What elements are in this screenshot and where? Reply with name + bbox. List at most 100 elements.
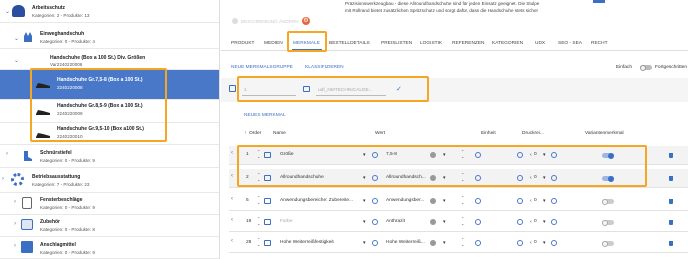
chevron-left-icon[interactable]: ‹ — [231, 196, 233, 202]
row-value[interactable]: Hohe Weiterreiß... — [386, 240, 425, 245]
row-order[interactable]: 28 — [246, 240, 251, 245]
tab-produkt[interactable]: PRODUKT — [231, 41, 254, 46]
tab-referenzen[interactable]: REFERENZEN — [452, 41, 485, 46]
group-name-input[interactable]: udf_NMTECHNICALDE... — [318, 88, 373, 93]
dropdown-icon[interactable]: ▾ — [443, 219, 446, 225]
chevron-right-icon[interactable]: › — [2, 176, 4, 182]
column-value[interactable]: Wert — [375, 131, 385, 136]
tree-item-arbeitsschutz[interactable]: ⌄ Arbeitsschutz Kategorien: 2 - Produkte… — [0, 0, 219, 23]
dropdown-icon[interactable]: ▾ — [543, 219, 546, 225]
row-name[interactable]: Hohe Weiterreißfestigkeit — [280, 240, 334, 245]
variant-toggle[interactable] — [602, 219, 614, 226]
clear-icon[interactable] — [430, 198, 436, 204]
row-name[interactable]: Anwendungsbereiche: Zubereite... — [280, 198, 353, 203]
tab-logistik[interactable]: LOGISTIK — [420, 41, 442, 46]
chevron-right-icon[interactable]: › — [14, 199, 16, 205]
column-variant[interactable]: Variantenmerkmal — [585, 131, 624, 136]
globe-icon[interactable] — [551, 240, 557, 246]
dropdown-icon[interactable]: ▾ — [543, 198, 546, 204]
new-group-link[interactable]: NEUE MERKMALSGRUPPE — [231, 65, 293, 70]
clear-icon[interactable] — [430, 240, 436, 246]
chevron-left-icon[interactable]: ‹ — [231, 173, 233, 179]
row-value[interactable]: Anthrazit — [386, 219, 405, 224]
globe-icon[interactable] — [517, 198, 523, 204]
delete-icon[interactable] — [669, 220, 673, 225]
dropdown-icon[interactable]: ▾ — [363, 240, 366, 246]
globe-icon[interactable] — [551, 198, 557, 204]
tree-item-anschlagmittel[interactable]: › Anschlagmittel Kategorien: 0 - Produkt… — [0, 237, 219, 259]
stepper-left-icon[interactable]: ‹ — [530, 198, 532, 204]
row-print[interactable]: 0 — [534, 240, 537, 245]
new-feature-link[interactable]: NEUES MERKMAL — [244, 113, 286, 118]
tree-item-betriebsausstattung[interactable]: › Betriebsausstattung Kategorien: 7 - Pr… — [0, 168, 219, 193]
delete-icon[interactable] — [669, 153, 673, 158]
delete-icon[interactable] — [669, 199, 673, 204]
tab-recht[interactable]: RECHT — [591, 41, 608, 46]
chevron-left-icon[interactable]: ‹ — [231, 217, 233, 223]
globe-icon[interactable] — [372, 219, 378, 225]
edit-description-label[interactable]: BESCHREIBUNG ÄNDERN — [241, 19, 298, 24]
translate-flag-icon[interactable] — [264, 219, 271, 225]
translate-flag-icon[interactable] — [264, 240, 271, 246]
column-order[interactable]: Order — [249, 131, 261, 136]
chevron-down-icon[interactable]: ⌄ — [14, 35, 19, 42]
chevron-left-icon[interactable]: ‹ — [231, 238, 233, 244]
dropdown-icon[interactable]: ▾ — [443, 198, 446, 204]
globe-icon[interactable] — [517, 240, 523, 246]
stepper-icon[interactable]: ⌃ ⌄ — [461, 195, 464, 205]
tab-kategorien[interactable]: KATEGORIEN — [492, 41, 523, 46]
stepper-icon[interactable]: ⌃ ⌄ — [257, 216, 260, 226]
mode-toggle[interactable] — [640, 64, 652, 71]
stepper-left-icon[interactable]: ‹ — [530, 240, 532, 246]
column-print[interactable]: Druckrei... — [522, 131, 544, 136]
tree-item-schnuerstiefel[interactable]: › Schnürstiefel Kategorien: 0 - Produkte… — [0, 145, 219, 168]
row-name[interactable]: Farbe — [280, 219, 293, 224]
globe-icon[interactable] — [372, 240, 378, 246]
stepper-left-icon[interactable]: ‹ — [530, 219, 532, 225]
row-order[interactable]: 5 — [246, 198, 249, 203]
variant-toggle[interactable] — [602, 198, 614, 205]
variant-toggle[interactable] — [602, 240, 614, 247]
translate-flag-icon[interactable] — [264, 198, 271, 204]
globe-icon[interactable] — [551, 219, 557, 225]
tree-item-einweghandschuh[interactable]: ⌄ Einweghandschuh Kategorien: 0 - Produk… — [0, 27, 219, 49]
tree-item-fensterbeschlaege[interactable]: › Fensterbeschläge Kategorien: 0 - Produ… — [0, 193, 219, 215]
sort-arrow-icon[interactable]: ↑ — [244, 131, 246, 136]
stepper-icon[interactable]: ⌃ ⌄ — [461, 237, 464, 247]
classify-link[interactable]: KLASSIFIZIEREN — [305, 65, 344, 70]
tab-preislisten[interactable]: PREISLISTEN — [381, 41, 412, 46]
delete-icon[interactable] — [669, 176, 673, 181]
stepper-icon[interactable]: ⌃ ⌄ — [257, 195, 260, 205]
globe-icon[interactable] — [475, 198, 481, 204]
chevron-left-icon[interactable]: ‹ — [231, 150, 233, 156]
globe-icon[interactable] — [475, 240, 481, 246]
chevron-right-icon[interactable]: › — [14, 243, 16, 249]
chevron-right-icon[interactable]: › — [6, 151, 8, 157]
tree-item-zubehoer[interactable]: › Zubehör Kategorien: 0 - Produkte: 8 — [0, 215, 219, 237]
dropdown-icon[interactable]: ▾ — [363, 198, 366, 204]
translate-icon[interactable]: ⚙ — [302, 17, 310, 25]
dropdown-icon[interactable]: ▾ — [363, 219, 366, 225]
globe-icon[interactable] — [517, 219, 523, 225]
tab-bestelldetails[interactable]: BESTELLDETAILS — [329, 41, 370, 46]
table-row[interactable]: ‹ 28 ⌃ ⌄ Hohe Weiterreißfestigkeit ▾ Hohe Weit… — [229, 234, 688, 253]
globe-icon[interactable] — [475, 219, 481, 225]
tab-medien[interactable]: MEDIEN — [264, 41, 283, 46]
stepper-icon[interactable]: ⌃ ⌄ — [461, 216, 464, 226]
delete-icon[interactable] — [669, 241, 673, 246]
clear-icon[interactable] — [430, 219, 436, 225]
globe-icon[interactable] — [372, 198, 378, 204]
table-row[interactable]: ‹ 19 ⌃ ⌄ Farbe ▾ Anthrazit ▾ ⌃ ⌄ ‹ 0 ▾ — [229, 213, 688, 232]
chevron-right-icon[interactable]: › — [14, 221, 16, 227]
tab-seo-sea[interactable]: SEO - SEA — [558, 41, 582, 46]
column-name[interactable]: Name — [273, 131, 286, 136]
check-icon[interactable]: ✓ — [396, 85, 402, 93]
row-order[interactable]: 19 — [246, 219, 251, 224]
chevron-down-icon[interactable]: ⌄ — [14, 57, 19, 64]
chevron-down-icon[interactable]: ⌄ — [5, 8, 10, 15]
table-row[interactable]: ‹ 5 ⌃ ⌄ Anwendungsbereiche: Zubereite... ▾ Anw… — [229, 192, 688, 211]
row-print[interactable]: 0 — [534, 219, 537, 224]
column-unit[interactable]: Einheit — [481, 131, 496, 136]
row-value[interactable]: Anwendungsber... — [386, 198, 424, 203]
dropdown-icon[interactable]: ▾ — [443, 240, 446, 246]
